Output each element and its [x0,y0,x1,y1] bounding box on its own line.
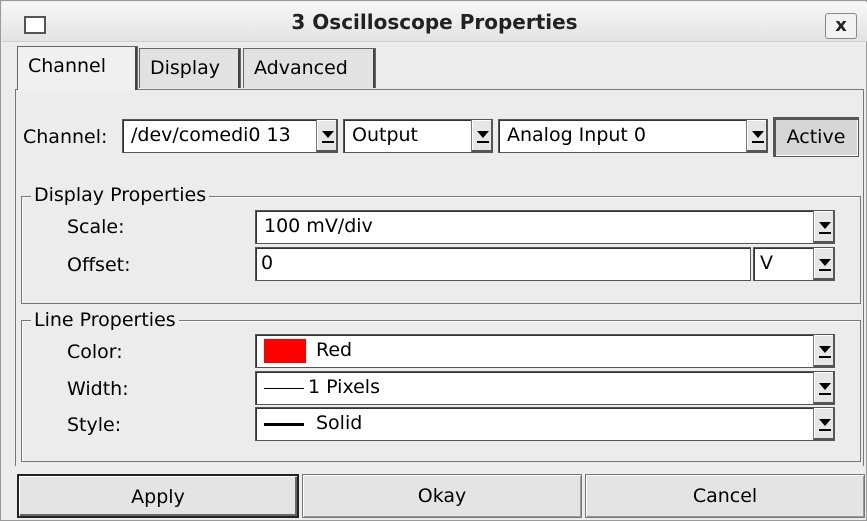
line-properties-title: Line Properties [31,309,179,331]
solid-line-icon [264,423,304,426]
chevron-down-icon[interactable] [471,120,493,152]
channel-label: Channel: [23,126,108,148]
tab-advanced[interactable]: Advanced [243,48,376,88]
offset-input[interactable]: 0 [255,247,751,281]
apply-button[interactable]: Apply [17,474,299,518]
tab-display[interactable]: Display [139,48,241,88]
offset-label: Offset: [67,254,131,276]
window-title: 3 Oscilloscope Properties [291,10,578,34]
scale-value: 100 mV/div [264,215,373,237]
width-select[interactable]: 1 Pixels [255,371,835,405]
chevron-down-icon[interactable] [813,372,835,404]
chevron-down-icon[interactable] [813,408,835,440]
active-toggle-button[interactable]: Active [773,117,859,157]
width-label: Width: [67,378,129,400]
chevron-down-icon[interactable] [813,248,835,280]
cancel-button[interactable]: Cancel [585,474,865,518]
color-select[interactable]: Red [255,334,835,368]
direction-select[interactable]: Output [343,119,493,153]
offset-value: 0 [261,252,274,274]
style-label: Style: [67,414,122,436]
properties-dialog: 3 Oscilloscope Properties x Channel Disp… [0,0,867,521]
chevron-down-icon[interactable] [813,335,835,367]
title-bar: 3 Oscilloscope Properties x [2,2,867,42]
close-button[interactable]: x [825,13,857,39]
offset-unit-value: V [760,252,773,274]
color-value: Red [316,339,353,361]
okay-button[interactable]: Okay [302,474,582,518]
device-select[interactable]: /dev/comedi0 13 [122,119,338,153]
analog-channel-select[interactable]: Analog Input 0 [498,119,768,153]
thin-line-icon [264,388,304,389]
chevron-down-icon[interactable] [813,211,835,243]
scale-label: Scale: [67,216,125,238]
display-properties-title: Display Properties [31,184,210,206]
style-select[interactable]: Solid [255,407,835,441]
color-swatch [264,339,306,363]
device-value: /dev/comedi0 13 [131,124,291,146]
direction-value: Output [352,124,418,146]
scale-select[interactable]: 100 mV/div [255,210,835,244]
width-value: 1 Pixels [308,376,380,398]
chevron-down-icon[interactable] [746,120,768,152]
color-label: Color: [67,341,123,363]
style-value: Solid [316,412,363,434]
chevron-down-icon[interactable] [316,120,338,152]
offset-unit-select[interactable]: V [753,247,835,281]
analog-channel-value: Analog Input 0 [507,124,647,146]
tab-channel[interactable]: Channel [17,46,138,90]
